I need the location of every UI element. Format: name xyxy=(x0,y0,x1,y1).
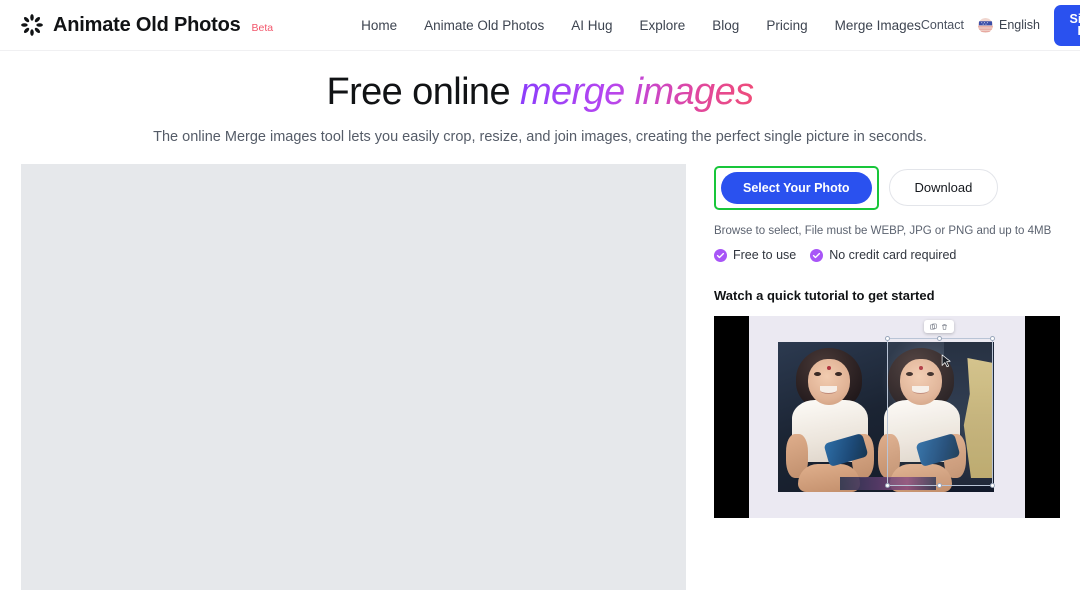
upload-hint-text: Browse to select, File must be WEBP, JPG… xyxy=(714,225,1052,237)
page-title: Free online merge images xyxy=(0,69,1080,117)
site-header: Animate Old Photos Beta Home Animate Old… xyxy=(0,0,1080,51)
sign-in-button[interactable]: Sign In xyxy=(1053,4,1080,46)
nav-item-animate-old-photos[interactable]: Animate Old Photos xyxy=(424,18,544,33)
check-circle-icon xyxy=(714,248,727,262)
badge-label: Free to use xyxy=(733,248,797,262)
us-flag-icon xyxy=(977,17,993,33)
child-eye-right xyxy=(835,372,842,376)
badge-label: No credit card required xyxy=(829,248,957,262)
badge-no-credit-card: No credit card required xyxy=(810,248,956,262)
resize-handle-top-right[interactable] xyxy=(990,336,995,341)
tutorial-video-thumbnail[interactable] xyxy=(714,316,1060,518)
resize-handle-bottom-right[interactable] xyxy=(990,483,995,488)
child-bindi xyxy=(827,366,831,370)
select-your-photo-button[interactable]: Select Your Photo xyxy=(721,171,872,204)
mouse-cursor-icon xyxy=(941,354,951,368)
hero-section: Free online merge images The online Merg… xyxy=(0,51,1080,145)
nav-item-blog[interactable]: Blog xyxy=(712,18,739,33)
feature-badges: Free to use No credit card required xyxy=(714,248,1066,262)
header-actions: Contact English Sign In xyxy=(921,4,1080,46)
check-circle-icon xyxy=(810,248,824,262)
child-smile xyxy=(820,386,837,394)
tutorial-heading: Watch a quick tutorial to get started xyxy=(714,288,935,303)
nav-item-home[interactable]: Home xyxy=(361,18,397,33)
nav-item-ai-hug[interactable]: AI Hug xyxy=(571,18,612,33)
resize-handle-top-left[interactable] xyxy=(885,336,890,341)
video-letterbox-left xyxy=(714,316,749,518)
brand-name: Animate Old Photos xyxy=(53,13,241,36)
badge-free-to-use: Free to use xyxy=(714,248,796,262)
action-buttons-row: Select Your Photo Download xyxy=(714,165,1066,210)
nav-item-explore[interactable]: Explore xyxy=(640,18,686,33)
contact-link[interactable]: Contact xyxy=(921,18,964,32)
nav-item-merge-images[interactable]: Merge Images xyxy=(835,18,921,33)
child-eye-left xyxy=(814,372,821,376)
resize-handle-top-center[interactable] xyxy=(937,336,942,341)
selection-toolbar[interactable] xyxy=(924,320,954,333)
resize-handle-bottom-center[interactable] xyxy=(937,483,942,488)
duplicate-icon[interactable] xyxy=(930,323,937,331)
page-title-accent: merge images xyxy=(519,71,754,113)
download-button[interactable]: Download xyxy=(888,169,999,207)
photo-child-left xyxy=(782,342,878,492)
beta-badge: Beta xyxy=(251,22,274,34)
delete-icon[interactable] xyxy=(941,323,948,331)
language-selector[interactable]: English xyxy=(977,17,1040,33)
resize-handle-bottom-left[interactable] xyxy=(885,483,890,488)
video-stage xyxy=(749,316,1025,518)
brand-logo[interactable]: Animate Old Photos Beta xyxy=(20,13,273,37)
select-photo-highlight: Select Your Photo xyxy=(714,165,879,210)
video-letterbox-right xyxy=(1025,316,1060,518)
page-title-plain: Free online xyxy=(326,71,520,113)
starburst-icon xyxy=(21,14,43,36)
main-content: Select Your Photo Download Browse to sel… xyxy=(0,163,1080,590)
editor-canvas[interactable] xyxy=(21,163,686,590)
main-nav: Home Animate Old Photos AI Hug Explore B… xyxy=(361,18,921,33)
side-panel: Select Your Photo Download Browse to sel… xyxy=(714,164,1066,590)
page-subtitle: The online Merge images tool lets you ea… xyxy=(153,128,927,145)
image-selection-box[interactable] xyxy=(885,336,995,488)
language-label: English xyxy=(998,18,1040,32)
nav-item-pricing[interactable]: Pricing xyxy=(766,18,807,33)
